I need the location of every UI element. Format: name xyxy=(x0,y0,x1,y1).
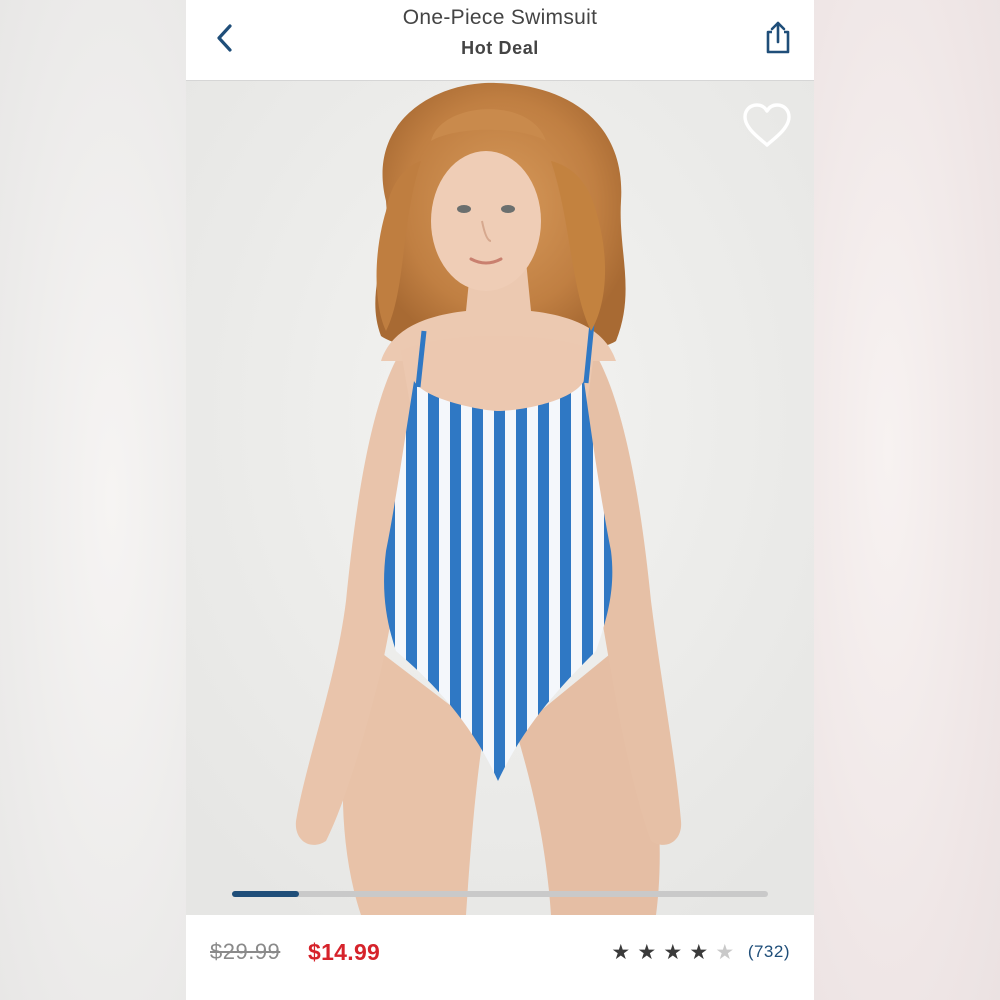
chevron-left-icon xyxy=(217,24,232,52)
product-image-carousel[interactable] xyxy=(186,81,814,915)
app-header: One-Piece Swimsuit Hot Deal xyxy=(186,0,814,80)
heart-outline-icon xyxy=(743,103,791,147)
price-rating-bar: $29.99 $14.99 ★ ★ ★ ★ ★ (732) xyxy=(186,915,814,1000)
share-icon xyxy=(766,21,790,54)
background-blur-left xyxy=(0,0,186,1000)
star-icon-4: ★ xyxy=(689,940,709,964)
product-photo xyxy=(186,81,814,915)
carousel-progress-track xyxy=(232,891,768,897)
sale-price: $14.99 xyxy=(308,939,381,965)
original-price: $29.99 xyxy=(210,939,281,964)
star-icon-1: ★ xyxy=(611,940,631,964)
star-icon-5: ★ xyxy=(715,940,735,964)
page-subtitle: Hot Deal xyxy=(461,38,539,58)
favorite-button[interactable] xyxy=(740,101,794,151)
share-button[interactable] xyxy=(760,18,796,58)
header-title-group: One-Piece Swimsuit Hot Deal xyxy=(286,4,714,61)
review-count-link[interactable]: (732) xyxy=(748,942,790,962)
carousel-progress-fill xyxy=(232,891,299,897)
product-detail-screen: One-Piece Swimsuit Hot Deal $29.99 $14.9… xyxy=(186,0,814,1000)
back-button[interactable] xyxy=(208,20,244,56)
star-icon-2: ★ xyxy=(637,940,657,964)
rating-summary[interactable]: ★ ★ ★ ★ ★ (732) xyxy=(608,939,790,965)
star-icon-3: ★ xyxy=(663,940,683,964)
background-blur-right xyxy=(814,0,1000,1000)
page-title: One-Piece Swimsuit xyxy=(402,6,598,29)
